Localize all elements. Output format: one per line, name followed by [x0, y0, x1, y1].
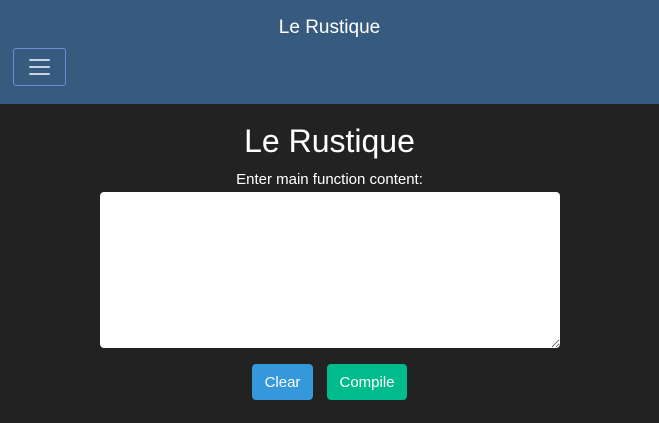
navbar: Le Rustique [0, 0, 659, 104]
navbar-toggle-button[interactable] [13, 48, 66, 86]
navbar-brand[interactable]: Le Rustique [0, 15, 659, 41]
hamburger-menu-icon-middle [29, 66, 50, 68]
hamburger-menu-icon-bottom [29, 73, 50, 75]
clear-button[interactable]: Clear [252, 364, 313, 400]
compile-button[interactable]: Compile [327, 364, 407, 400]
main-content: Le Rustique Enter main function content:… [0, 104, 659, 423]
page-title: Le Rustique [244, 123, 415, 159]
editor-label: Enter main function content: [236, 171, 423, 188]
hamburger-menu-icon [29, 59, 50, 61]
main-function-editor[interactable] [100, 192, 560, 348]
